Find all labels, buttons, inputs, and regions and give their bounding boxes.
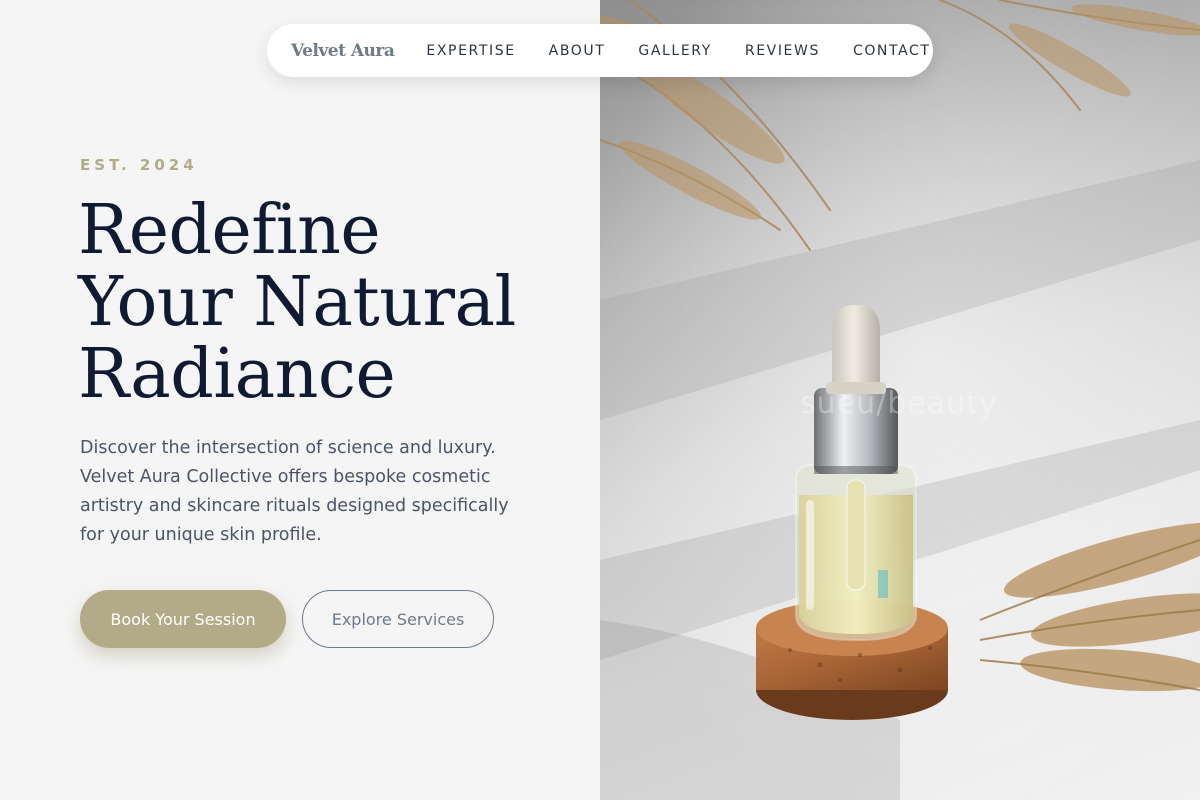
- headline-line-2: Your Natural: [78, 263, 516, 342]
- hero-headline: Redefine Your Natural Radiance: [78, 195, 578, 411]
- hero-product-image: sueu/beauty: [600, 0, 1200, 800]
- image-watermark: sueu/beauty: [800, 386, 998, 421]
- headline-line-1: Redefine: [78, 191, 381, 270]
- nav-link-expertise[interactable]: EXPERTISE: [426, 43, 515, 59]
- nav-link-about[interactable]: ABOUT: [549, 43, 606, 59]
- brand-logo[interactable]: Velvet Aura: [291, 41, 395, 61]
- nav-link-gallery[interactable]: GALLERY: [638, 43, 711, 59]
- nav-link-reviews[interactable]: REVIEWS: [745, 43, 820, 59]
- explore-services-button[interactable]: Explore Services: [302, 590, 494, 648]
- established-label: EST. 2024: [80, 156, 198, 174]
- book-session-button[interactable]: Book Your Session: [80, 590, 286, 648]
- headline-line-3: Radiance: [78, 335, 396, 414]
- hero-section: EST. 2024 Redefine Your Natural Radiance…: [0, 0, 600, 800]
- hero-description: Discover the intersection of science and…: [80, 438, 509, 545]
- nav-link-contact[interactable]: CONTACT: [853, 43, 931, 59]
- main-navigation: Velvet Aura EXPERTISE ABOUT GALLERY REVI…: [267, 24, 933, 77]
